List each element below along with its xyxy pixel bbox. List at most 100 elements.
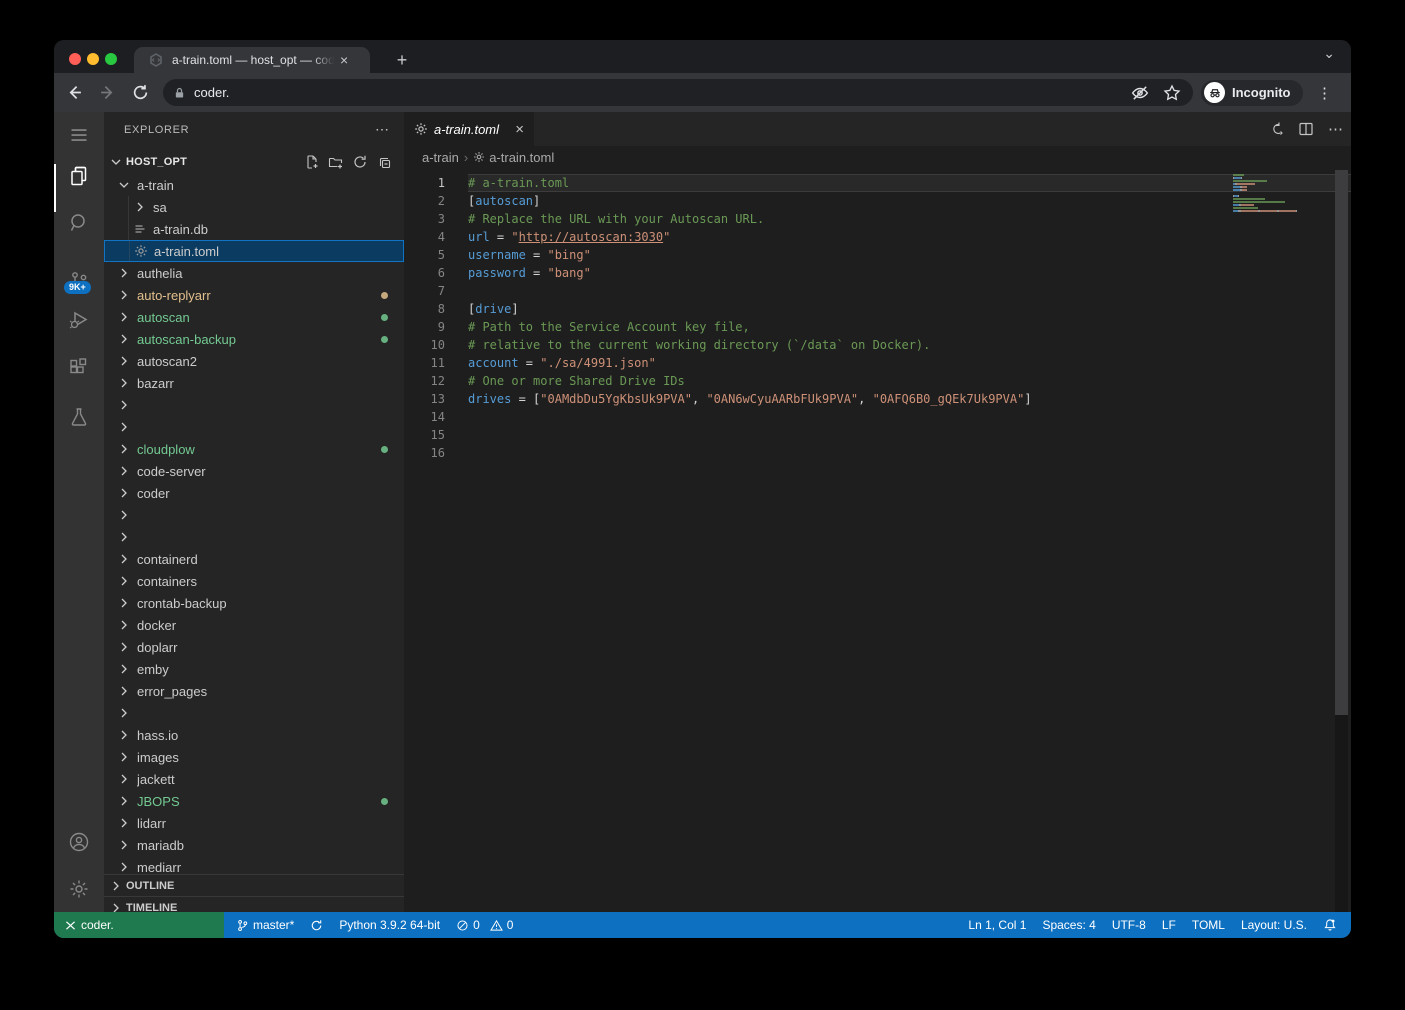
test-beaker-icon[interactable] [54, 405, 104, 429]
settings-gear-icon[interactable] [54, 877, 104, 901]
notifications-bell-icon[interactable] [1323, 918, 1337, 932]
tree-item-auto-replyarr[interactable]: auto-replyarr [104, 284, 404, 306]
code-line-3[interactable]: 3# Replace the URL with your Autoscan UR… [404, 210, 1351, 228]
code-line-12[interactable]: 12# One or more Shared Drive IDs [404, 372, 1351, 390]
minimize-window-button[interactable] [87, 53, 99, 65]
status-encoding[interactable]: UTF-8 [1112, 918, 1146, 932]
code-line-16[interactable]: 16 [404, 444, 1351, 462]
tree-item-emby[interactable]: emby [104, 658, 404, 680]
search-icon[interactable] [54, 211, 104, 235]
tree-item-a-train.toml[interactable]: a-train.toml [104, 240, 404, 262]
refresh-icon[interactable] [352, 154, 368, 170]
code-line-13[interactable]: 13drives = ["0AMdbDu5YgKbsUk9PVA", "0AN6… [404, 390, 1351, 408]
status-cursor-position[interactable]: Ln 1, Col 1 [968, 918, 1026, 932]
tree-item-lidarr[interactable]: lidarr [104, 812, 404, 834]
tree-item-a-train.db[interactable]: a-train.db [104, 218, 404, 240]
split-editor-icon[interactable] [1298, 121, 1314, 137]
status-branch[interactable]: master* [236, 918, 294, 932]
editor-more-icon[interactable]: ⋯ [1328, 120, 1343, 138]
status-indentation[interactable]: Spaces: 4 [1042, 918, 1095, 932]
tab-close-icon[interactable]: × [340, 53, 348, 67]
extensions-icon[interactable] [54, 356, 104, 380]
status-eol[interactable]: LF [1162, 918, 1176, 932]
tab-search-chevron-icon[interactable]: ⌄ [1323, 45, 1335, 62]
tree-item[interactable] [104, 416, 404, 438]
code-line-5[interactable]: 5username = "bing" [404, 246, 1351, 264]
run-debug-icon[interactable] [54, 308, 104, 332]
tree-item-mediarr[interactable]: mediarr [104, 856, 404, 874]
code-line-4[interactable]: 4url = "http://autoscan:3030" [404, 228, 1351, 246]
tree-item-coder[interactable]: coder [104, 482, 404, 504]
breadcrumb-folder[interactable]: a-train [422, 150, 459, 165]
timeline-section-header[interactable]: TIMELINE [104, 896, 404, 912]
code-line-10[interactable]: 10# relative to the current working dire… [404, 336, 1351, 354]
tree-item-images[interactable]: images [104, 746, 404, 768]
code-line-9[interactable]: 9# Path to the Service Account key file, [404, 318, 1351, 336]
code-editor[interactable]: 1# a-train.toml2[autoscan]3# Replace the… [404, 168, 1351, 462]
status-remote[interactable]: coder. [54, 912, 224, 938]
tree-item-containers[interactable]: containers [104, 570, 404, 592]
collapse-all-icon[interactable] [376, 154, 392, 170]
tree-item-sa[interactable]: sa [104, 196, 404, 218]
code-line-6[interactable]: 6password = "bang" [404, 264, 1351, 282]
status-python-interpreter[interactable]: Python 3.9.2 64-bit [339, 918, 440, 932]
explorer-view-icon[interactable] [54, 164, 104, 188]
status-language[interactable]: TOML [1192, 918, 1225, 932]
open-changes-icon[interactable] [1268, 121, 1284, 137]
status-sync-icon[interactable] [310, 919, 323, 932]
code-line-15[interactable]: 15 [404, 426, 1351, 444]
status-problems[interactable]: 0 0 [456, 918, 513, 932]
tree-item-autoscan-backup[interactable]: autoscan-backup [104, 328, 404, 350]
tree-item-docker[interactable]: docker [104, 614, 404, 636]
tree-item-autoscan2[interactable]: autoscan2 [104, 350, 404, 372]
editor-tab-close-icon[interactable]: × [515, 122, 524, 137]
tree-item-mariadb[interactable]: mariadb [104, 834, 404, 856]
new-file-icon[interactable] [304, 154, 320, 170]
close-window-button[interactable] [69, 53, 81, 65]
menu-hamburger-icon[interactable] [54, 123, 104, 147]
tree-item-JBOPS[interactable]: JBOPS [104, 790, 404, 812]
tree-item[interactable] [104, 504, 404, 526]
tree-item-doplarr[interactable]: doplarr [104, 636, 404, 658]
tree-item-containerd[interactable]: containerd [104, 548, 404, 570]
code-line-8[interactable]: 8[drive] [404, 300, 1351, 318]
status-layout[interactable]: Layout: U.S. [1241, 918, 1307, 932]
code-line-14[interactable]: 14 [404, 408, 1351, 426]
scrollbar-thumb[interactable] [1335, 170, 1348, 715]
address-bar[interactable]: coder. [163, 79, 1193, 106]
code-line-2[interactable]: 2[autoscan] [404, 192, 1351, 210]
tree-item-crontab-backup[interactable]: crontab-backup [104, 592, 404, 614]
code-line-11[interactable]: 11account = "./sa/4991.json" [404, 354, 1351, 372]
eye-off-icon[interactable] [1129, 82, 1151, 104]
tree-item-a-train[interactable]: a-train [104, 174, 404, 196]
tree-item-authelia[interactable]: authelia [104, 262, 404, 284]
bookmark-star-icon[interactable] [1161, 82, 1183, 104]
tree-item-code-server[interactable]: code-server [104, 460, 404, 482]
outline-section-header[interactable]: OUTLINE [104, 874, 404, 897]
tree-item-hass.io[interactable]: hass.io [104, 724, 404, 746]
code-line-1[interactable]: 1# a-train.toml [404, 174, 1351, 192]
editor-tab[interactable]: a-train.toml × [404, 112, 534, 146]
tree-item[interactable] [104, 394, 404, 416]
reload-button[interactable] [127, 80, 153, 106]
back-button[interactable] [61, 80, 87, 106]
browser-tab[interactable]: a-train.toml — host_opt — cod × [134, 47, 370, 73]
explorer-more-icon[interactable]: ⋯ [375, 121, 390, 138]
account-icon[interactable] [54, 830, 104, 854]
tree-item-bazarr[interactable]: bazarr [104, 372, 404, 394]
tree-item-jackett[interactable]: jackett [104, 768, 404, 790]
minimap[interactable] [1233, 174, 1312, 222]
tree-item[interactable] [104, 702, 404, 724]
workspace-section-header[interactable]: HOST_OPT [104, 149, 404, 174]
forward-button[interactable] [94, 80, 120, 106]
code-line-7[interactable]: 7 [404, 282, 1351, 300]
tree-item-cloudplow[interactable]: cloudplow [104, 438, 404, 460]
tree-item[interactable] [104, 526, 404, 548]
maximize-window-button[interactable] [105, 53, 117, 65]
new-tab-button[interactable]: + [388, 46, 416, 74]
breadcrumb-file[interactable]: a-train.toml [489, 150, 554, 165]
tree-item-autoscan[interactable]: autoscan [104, 306, 404, 328]
new-folder-icon[interactable] [328, 154, 344, 170]
browser-menu-icon[interactable]: ⋮ [1313, 84, 1337, 102]
tree-item-error_pages[interactable]: error_pages [104, 680, 404, 702]
